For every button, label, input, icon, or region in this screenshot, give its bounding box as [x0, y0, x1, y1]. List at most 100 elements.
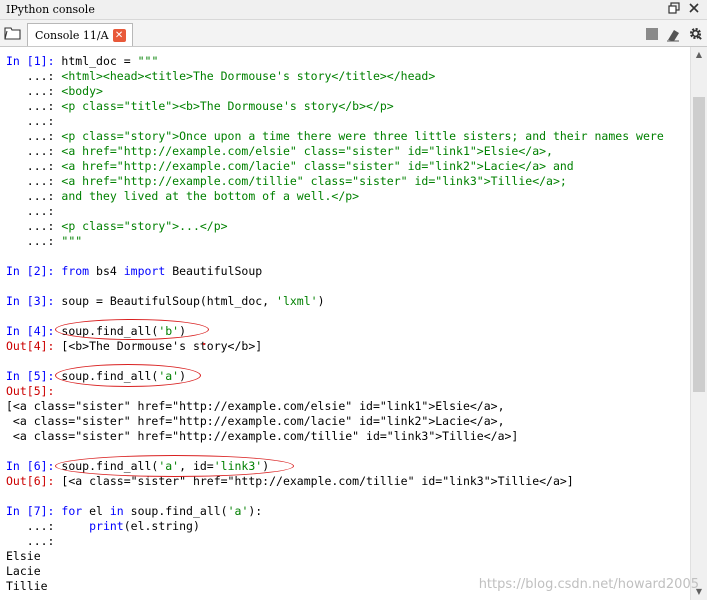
console-line: In [7]: for el in soup.find_all('a'): [6, 504, 262, 519]
console-token: ...: [6, 114, 62, 128]
console-line: ...: <body> [6, 84, 103, 99]
console-token: ]: [40, 54, 62, 68]
vertical-scrollbar[interactable]: ▲ ▼ [690, 47, 707, 600]
console-line: ...: <a href="http://example.com/elsie" … [6, 144, 553, 159]
console-line: In [4]: soup.find_all('b') [6, 324, 186, 339]
console-token: In [2]: [6, 264, 62, 278]
console-token: import [123, 264, 166, 278]
console-token: print [89, 519, 124, 533]
console-token: In [3]: [6, 294, 62, 308]
tab-console[interactable]: Console 11/A ✕ [27, 23, 133, 46]
console-token: Lacie [6, 564, 41, 578]
console-token: bs4 [89, 264, 124, 278]
tab-close-icon[interactable]: ✕ [112, 28, 126, 42]
console-token: ...: [6, 519, 90, 533]
console-token: """ [137, 54, 159, 68]
console-token: <p class="story">...</p> [61, 219, 228, 233]
console-token: BeautifulSoup [165, 264, 263, 278]
console-line: ...: <p class="story">Once upon a time t… [6, 129, 664, 144]
console-token: In [4]: [6, 324, 62, 338]
console-token: ...: [6, 129, 62, 143]
console-token: 'a' [227, 504, 249, 518]
console-line: Out[6]: [<a class="sister" href="http://… [6, 474, 574, 489]
console-token: from [61, 264, 90, 278]
console-token: <p class="title"><b>The Dormouse's story… [61, 99, 394, 113]
window-titlebar: IPython console [0, 0, 707, 20]
console-line: Lacie [6, 564, 41, 579]
console-line: In [6]: soup.find_all('a', id='link3') [6, 459, 269, 474]
stop-icon[interactable] [646, 27, 658, 40]
console-token: Out[5]: [6, 384, 62, 398]
console-line: Out[4]: [<b>The Dormouse's story</b>] [6, 339, 262, 354]
undock-icon[interactable] [667, 2, 681, 16]
console-line: ...: and they lived at the bottom of a w… [6, 189, 359, 204]
console-token: In [ [6, 54, 34, 68]
console-token: ) [262, 459, 270, 473]
console-token: [<a class="sister" href="http://example.… [6, 399, 505, 413]
console-token: for [61, 504, 83, 518]
console-tabbar: Console 11/A ✕ [0, 20, 707, 47]
console-token: ...: [6, 144, 62, 158]
folder-icon[interactable] [4, 25, 22, 41]
console-token: , id= [179, 459, 214, 473]
console-token: <a href="http://example.com/elsie" class… [61, 144, 553, 158]
console-token: ...: [6, 234, 62, 248]
console-line: ...: <p class="title"><b>The Dormouse's … [6, 99, 394, 114]
console-line: ...: [6, 534, 61, 549]
console-token: """ [61, 234, 83, 248]
close-icon[interactable] [687, 2, 701, 16]
console-token: soup.find_all( [61, 369, 159, 383]
console-token: <html><head><title>The Dormouse's story<… [61, 69, 436, 83]
console-line: ...: [6, 204, 61, 219]
console-line: Out[5]: [6, 384, 61, 399]
console-token: soup.find_all( [61, 459, 159, 473]
console-line: In [2]: from bs4 import BeautifulSoup [6, 264, 262, 279]
console-line: ...: <a href="http://example.com/lacie" … [6, 159, 574, 174]
console-line: ...: [6, 114, 61, 129]
console-token: ...: [6, 99, 62, 113]
console-token: el [82, 504, 110, 518]
gear-icon[interactable] [688, 26, 703, 41]
console-line: ...: <p class="story">...</p> [6, 219, 228, 234]
console-token: ): [248, 504, 263, 518]
console-line: In [3]: soup = BeautifulSoup(html_doc, '… [6, 294, 325, 309]
console-token: ...: [6, 219, 62, 233]
console-token: 'a' [158, 459, 180, 473]
console-output[interactable]: In [1]: html_doc = """ ...: <html><head>… [0, 47, 690, 600]
console-token: (el.string) [123, 519, 200, 533]
console-token: ...: [6, 189, 62, 203]
console-token: soup.find_all( [61, 324, 159, 338]
console-token: <body> [61, 84, 103, 98]
console-token: <a class="sister" href="http://example.c… [6, 414, 505, 428]
console-token: ) [179, 369, 187, 383]
console-line: In [5]: soup.find_all('a') [6, 369, 186, 384]
console-token: 'a' [158, 369, 180, 383]
console-token: <a href="http://example.com/tillie" clas… [61, 174, 567, 188]
console-line: <a class="sister" href="http://example.c… [6, 414, 505, 429]
console-token: Out[4]: [6, 339, 62, 353]
console-line: ...: """ [6, 234, 82, 249]
eraser-icon[interactable] [666, 27, 680, 41]
console-token: 1 [33, 54, 41, 68]
console-token: 'b' [158, 324, 180, 338]
console-line: ...: print(el.string) [6, 519, 200, 534]
console-token: In [7]: [6, 504, 62, 518]
console-line: In [1]: html_doc = """ [6, 54, 158, 69]
console-token: ...: [6, 534, 62, 548]
console-line: ...: <a href="http://example.com/tillie"… [6, 174, 567, 189]
window-title: IPython console [6, 3, 95, 16]
console-token: <a href="http://example.com/lacie" class… [61, 159, 574, 173]
watermark: https://blog.csdn.net/howard2005 [478, 577, 699, 592]
console-token: 'lxml' [276, 294, 318, 308]
console-token: Tillie [6, 579, 48, 593]
console-token: In [5]: [6, 369, 62, 383]
console-token: in [109, 504, 124, 518]
scroll-up-icon[interactable]: ▲ [691, 47, 707, 63]
console-line: ...: <html><head><title>The Dormouse's s… [6, 69, 436, 84]
console-token: ...: [6, 69, 62, 83]
console-token: soup.find_all( [123, 504, 228, 518]
console-token: soup = BeautifulSoup(html_doc, [61, 294, 277, 308]
scrollbar-thumb[interactable] [693, 97, 705, 392]
console-token: ...: [6, 159, 62, 173]
tab-label: Console 11/A [35, 28, 109, 42]
